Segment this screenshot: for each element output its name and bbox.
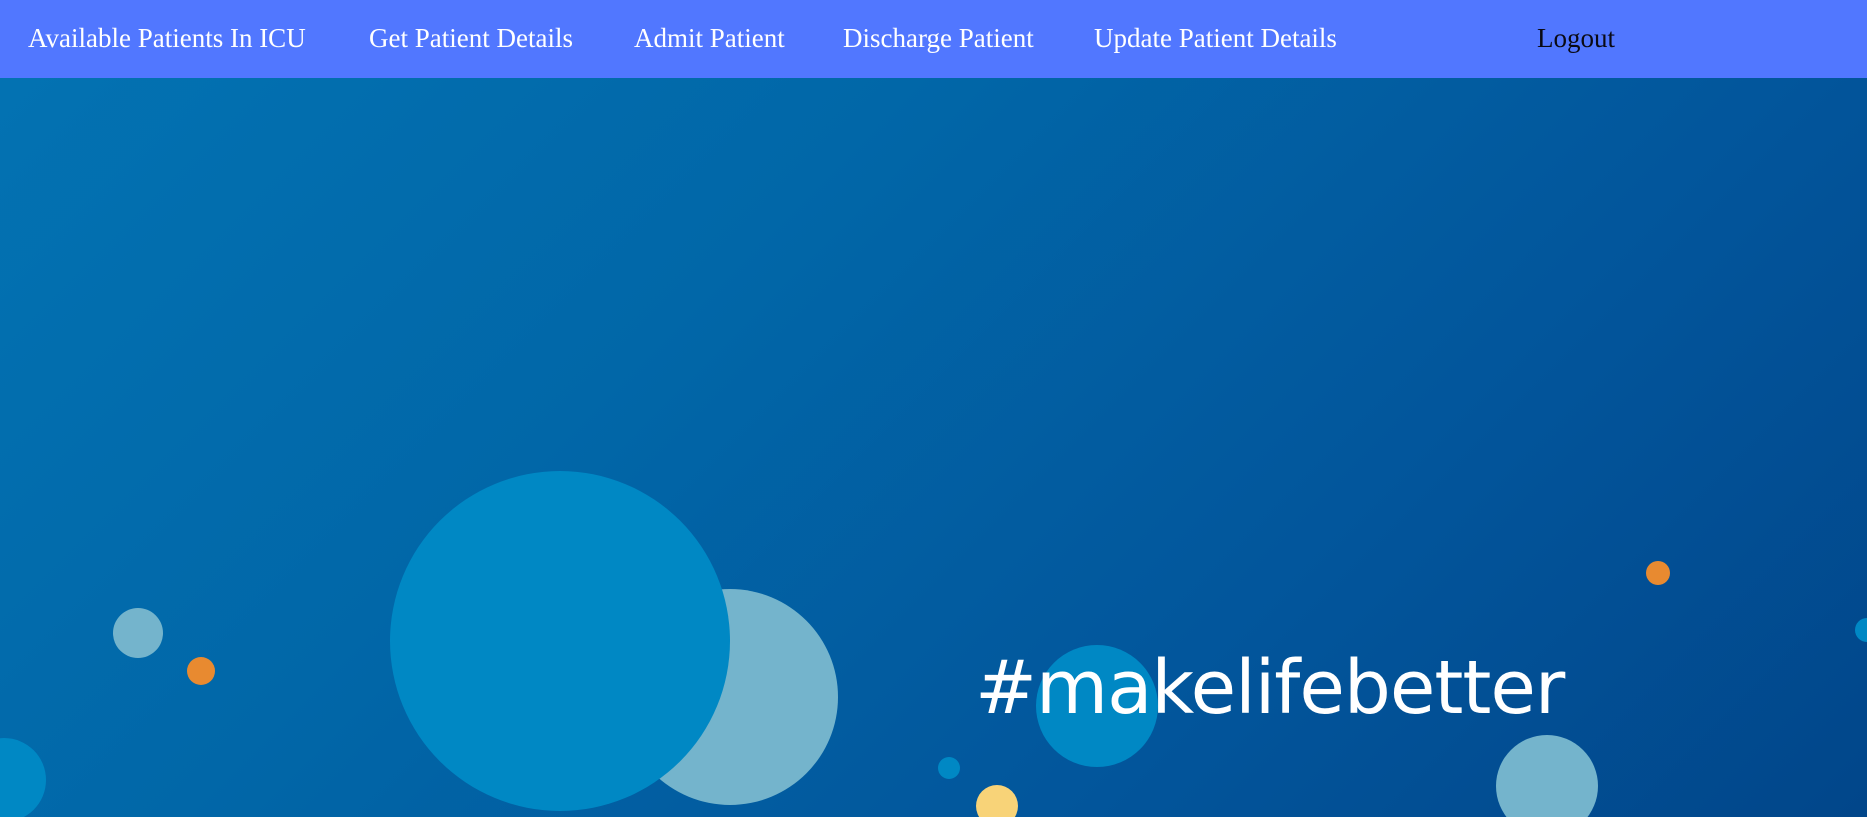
top-navbar: Available Patients In ICU Get Patient De… bbox=[0, 0, 1867, 78]
nav-link-admit-patient[interactable]: Admit Patient bbox=[634, 22, 785, 54]
bubble bbox=[938, 757, 960, 779]
bubble bbox=[1646, 561, 1670, 585]
decorative-bubbles bbox=[0, 471, 1867, 817]
nav-link-available-patients[interactable]: Available Patients In ICU bbox=[28, 22, 306, 54]
nav-link-update-patient-details[interactable]: Update Patient Details bbox=[1094, 22, 1337, 54]
bubble bbox=[187, 657, 215, 685]
hashtag-text: #makelifebetter bbox=[975, 645, 1565, 731]
bubble bbox=[0, 738, 46, 817]
nav-link-get-patient-details[interactable]: Get Patient Details bbox=[369, 22, 573, 54]
bubble bbox=[113, 608, 163, 658]
bubble bbox=[1496, 735, 1598, 817]
bubble bbox=[976, 785, 1018, 817]
logout-link[interactable]: Logout bbox=[1537, 22, 1615, 54]
nav-link-discharge-patient[interactable]: Discharge Patient bbox=[843, 22, 1034, 54]
hero-banner: #makelifebetter bbox=[0, 78, 1867, 817]
bubble bbox=[390, 471, 730, 811]
bubble bbox=[1855, 618, 1867, 642]
